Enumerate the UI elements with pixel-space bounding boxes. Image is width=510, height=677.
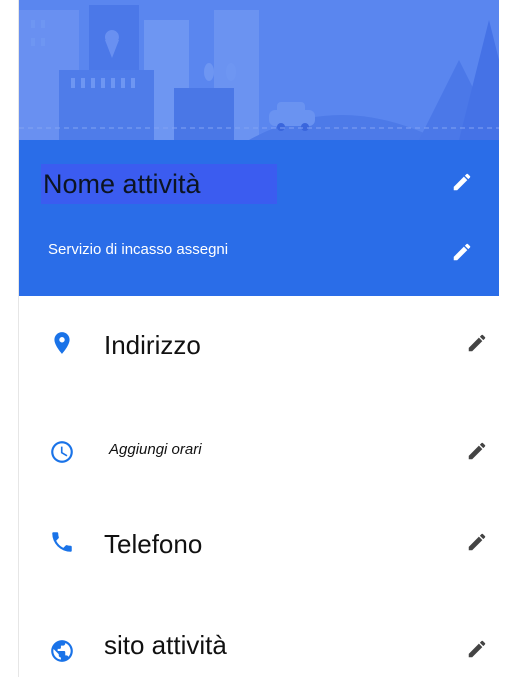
edit-address-button[interactable] [466,332,488,354]
location-pin-icon [49,330,75,356]
edit-website-button[interactable] [466,638,488,660]
edit-phone-button[interactable] [466,531,488,553]
edit-hours-button[interactable] [466,440,488,462]
pencil-icon [453,173,471,191]
business-profile-card: Nome attività Servizio di incasso assegn… [18,0,499,677]
business-name[interactable]: Nome attività [43,169,201,200]
hours-row[interactable]: Aggiungi orari [19,416,499,486]
business-header: Nome attività Servizio di incasso assegn… [19,140,499,296]
globe-icon [49,638,75,664]
pencil-icon [468,334,486,352]
address-label: Indirizzo [104,330,201,360]
website-row[interactable]: sito attività [19,612,499,677]
pencil-icon [468,442,486,460]
phone-label: Telefono [104,529,203,559]
city-skyline-illustration [19,0,499,140]
phone-row[interactable]: Telefono [19,509,499,579]
edit-category-button[interactable] [451,241,473,263]
website-label: sito attività [104,630,227,660]
pencil-icon [468,533,486,551]
pencil-icon [453,243,471,261]
clock-icon [49,439,75,465]
address-row[interactable]: Indirizzo [19,310,499,380]
edit-name-button[interactable] [451,171,473,193]
hours-label: Aggiungi orari [109,441,202,458]
city-illustration [19,0,499,140]
phone-icon [49,529,75,555]
business-category[interactable]: Servizio di incasso assegni [48,241,228,258]
pencil-icon [468,640,486,658]
